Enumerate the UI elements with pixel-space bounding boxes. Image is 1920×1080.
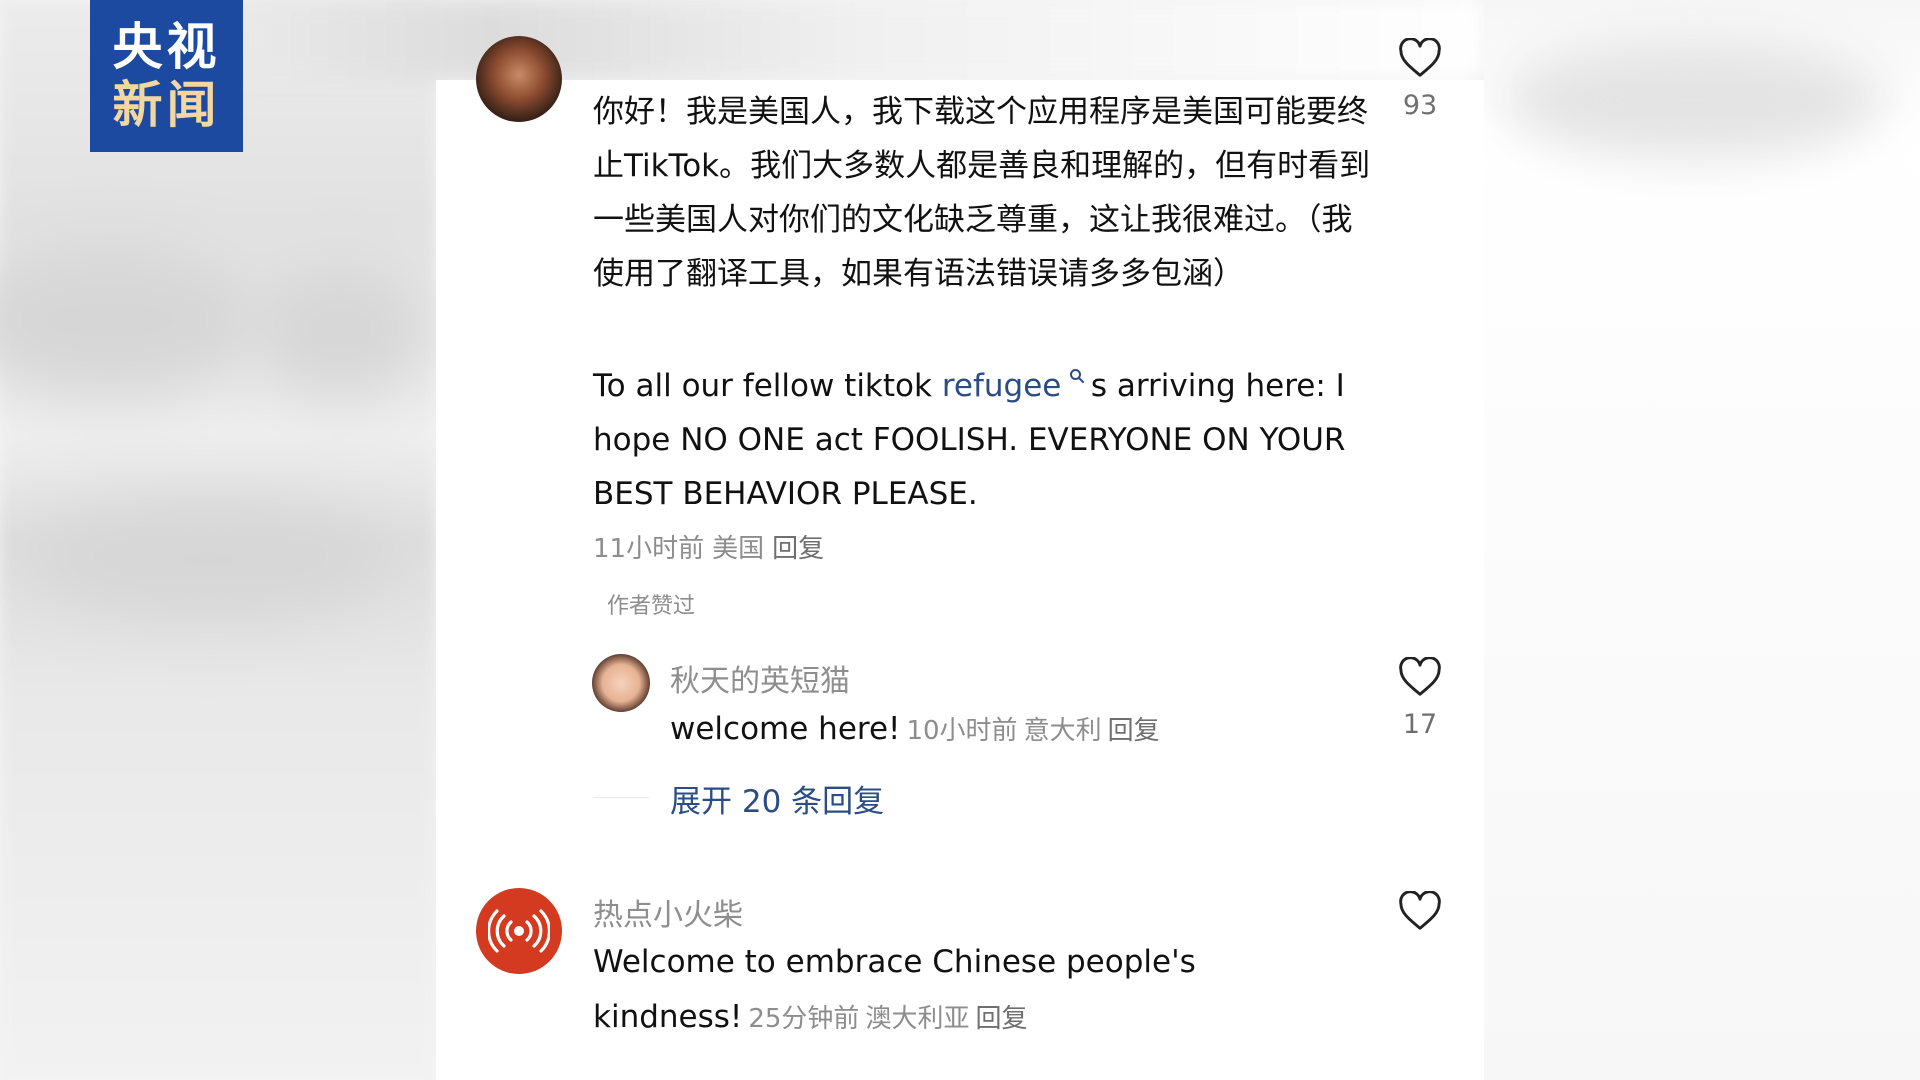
comment-meta: 11小时前 美国 回复 <box>593 528 824 565</box>
logo-line-2: 新闻 <box>112 76 221 134</box>
comment-body-chinese: 你好！我是美国人，我下载这个应用程序是美国可能要终止TikTok。我们大多数人都… <box>593 94 1371 292</box>
reply-text: welcome here! <box>670 711 901 747</box>
second-comment-line-2: kindness! <box>593 999 743 1035</box>
commenter-avatar[interactable] <box>476 36 562 122</box>
broadcast-icon <box>488 909 550 953</box>
heart-outline-icon <box>1399 38 1441 77</box>
comment-like-count: 93 <box>1402 90 1438 121</box>
second-commenter-avatar[interactable] <box>476 888 562 974</box>
logo-line-1: 央视 <box>112 18 221 76</box>
reply-region: 意大利 <box>1023 716 1102 746</box>
comment-like-button[interactable]: 93 <box>1390 38 1450 121</box>
reply-reply-button[interactable]: 回复 <box>1108 716 1160 746</box>
second-comment-reply-button[interactable]: 回复 <box>975 1004 1027 1034</box>
author-liked-label: 作者赞过 <box>607 594 696 619</box>
second-commenter-username[interactable]: 热点小火柴 <box>593 890 743 934</box>
reply-like-count: 17 <box>1402 709 1438 740</box>
reply-like-button[interactable]: 17 <box>1390 657 1450 740</box>
comment-body-english: To all our fellow tiktok refugee s arriv… <box>593 352 1373 521</box>
blurred-background-left <box>0 0 436 1080</box>
search-keyword-link[interactable]: refugee <box>942 368 1091 404</box>
second-comment-line-2-wrap: kindness! 25分钟前 澳大利亚 回复 <box>593 998 1027 1035</box>
heart-outline-icon <box>1399 657 1441 696</box>
second-comment-like-button[interactable] <box>1390 891 1450 931</box>
comment-region: 美国 <box>712 534 765 564</box>
search-keyword-text[interactable]: refugee <box>942 368 1062 404</box>
reply-username[interactable]: 秋天的英短猫 <box>670 656 850 700</box>
second-comment-region: 澳大利亚 <box>865 1004 970 1034</box>
reply-avatar[interactable] <box>592 654 650 712</box>
blurred-top-strip <box>243 0 1484 80</box>
second-comment-time: 25分钟前 <box>748 1004 860 1034</box>
reply-body: welcome here! 10小时前 意大利 回复 <box>670 710 1160 747</box>
expand-replies-button[interactable]: 展开 20 条回复 <box>670 776 884 821</box>
cctv-news-logo: 央视 新闻 <box>90 0 243 152</box>
heart-outline-icon <box>1399 891 1441 930</box>
expand-divider <box>593 797 649 798</box>
comment-text-before-link: To all our fellow tiktok <box>593 368 942 404</box>
second-comment-line-1: Welcome to embrace Chinese people's <box>593 944 1196 980</box>
reply-time: 10小时前 <box>906 716 1018 746</box>
blurred-background-right <box>1484 0 1920 1080</box>
magnifier-icon[interactable] <box>1063 368 1090 389</box>
comment-reply-button[interactable]: 回复 <box>772 534 824 564</box>
comment-time: 11小时前 <box>593 534 705 564</box>
